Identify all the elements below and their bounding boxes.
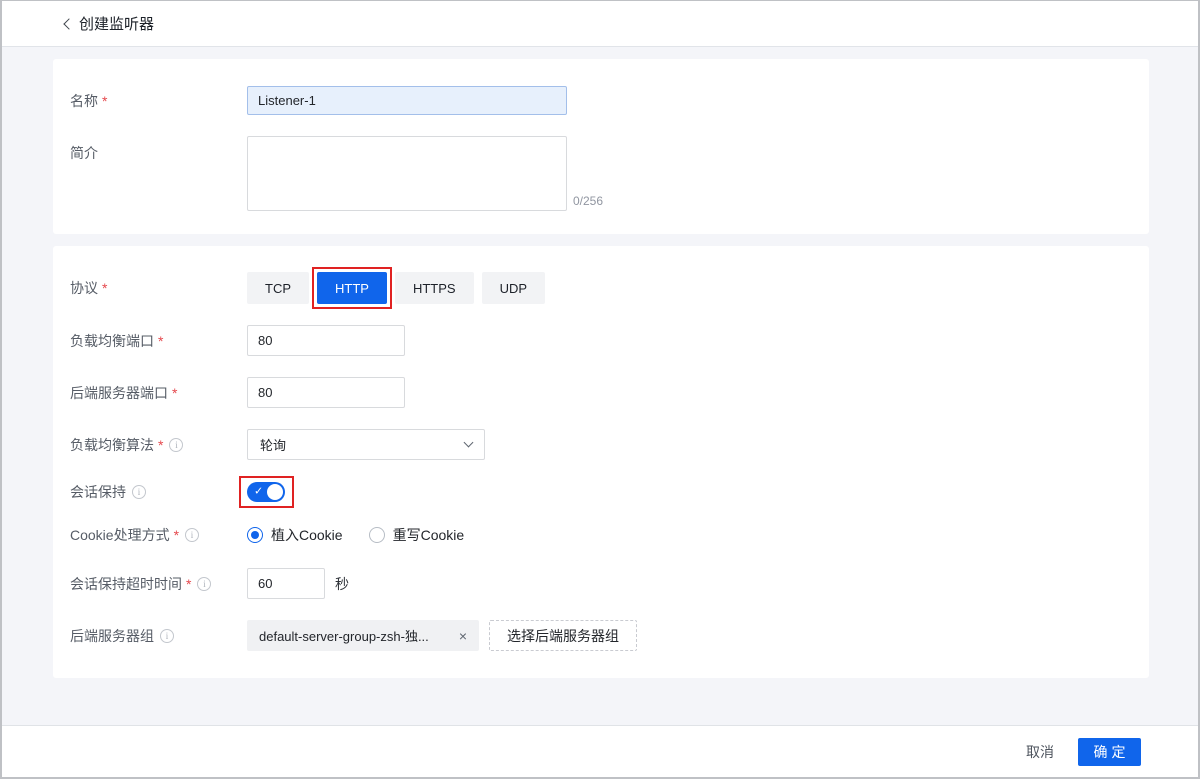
- required-mark: *: [158, 333, 163, 349]
- char-counter: 0/256: [573, 194, 603, 208]
- required-mark: *: [102, 280, 107, 296]
- radio-selected-icon: [247, 527, 263, 543]
- required-mark: *: [186, 576, 191, 592]
- description-label: 简介: [70, 136, 247, 163]
- required-mark: *: [172, 385, 177, 401]
- session-persistence-row: 会话保持 i ✓: [70, 481, 1129, 502]
- protocol-option-https[interactable]: HTTPS: [395, 272, 474, 304]
- session-timeout-label: 会话保持超时时间 * i: [70, 574, 247, 594]
- select-server-group-button[interactable]: 选择后端服务器组: [489, 620, 637, 651]
- required-mark: *: [174, 527, 179, 543]
- session-timeout-row: 会话保持超时时间 * i 秒: [70, 568, 1129, 599]
- footer-bar: 取消 确定: [2, 725, 1198, 777]
- confirm-button[interactable]: 确定: [1078, 738, 1141, 766]
- toggle-annotated: ✓: [247, 482, 285, 502]
- protocol-button-group: TCP HTTP HTTPS UDP: [247, 272, 553, 304]
- server-group-tag-text: default-server-group-zsh-独...: [259, 626, 429, 645]
- protocol-http-annotated: HTTP: [317, 272, 395, 304]
- name-input[interactable]: [247, 86, 567, 115]
- cookie-mode-row: Cookie处理方式 * i 植入Cookie 重写Cookie: [70, 524, 1129, 545]
- chevron-left-icon: [63, 18, 74, 29]
- basic-info-card: 名称 * 简介 0/256: [53, 59, 1149, 234]
- protocol-option-tcp[interactable]: TCP: [247, 272, 309, 304]
- session-persistence-toggle[interactable]: ✓: [247, 482, 285, 502]
- page-content: 名称 * 简介 0/256 协议 *: [2, 47, 1198, 725]
- radio-rewrite-cookie[interactable]: 重写Cookie: [369, 525, 465, 545]
- toggle-knob: [267, 484, 283, 500]
- info-icon[interactable]: i: [132, 485, 146, 499]
- info-icon[interactable]: i: [185, 528, 199, 542]
- required-mark: *: [158, 437, 163, 453]
- cookie-mode-radio-group: 植入Cookie 重写Cookie: [247, 525, 464, 545]
- session-timeout-input[interactable]: [247, 568, 325, 599]
- radio-unselected-icon: [369, 527, 385, 543]
- info-icon[interactable]: i: [197, 577, 211, 591]
- description-textarea[interactable]: [247, 136, 567, 211]
- timeout-unit-label: 秒: [335, 574, 349, 594]
- protocol-row: 协议 * TCP HTTP HTTPS UDP: [70, 272, 1129, 304]
- protocol-option-udp[interactable]: UDP: [482, 272, 545, 304]
- name-row: 名称 *: [70, 86, 1129, 115]
- algorithm-row: 负载均衡算法 * i 轮询: [70, 429, 1129, 460]
- backend-port-row: 后端服务器端口 *: [70, 377, 1129, 408]
- session-persistence-label: 会话保持 i: [70, 482, 247, 502]
- lb-port-input[interactable]: [247, 325, 405, 356]
- description-wrap: 0/256: [247, 136, 603, 211]
- algorithm-label: 负载均衡算法 * i: [70, 435, 247, 455]
- name-label: 名称 *: [70, 91, 247, 111]
- close-icon[interactable]: ×: [459, 628, 467, 644]
- backend-port-label: 后端服务器端口 *: [70, 383, 247, 403]
- app-window: 创建监听器 名称 * 简介 0/256: [0, 0, 1200, 779]
- algorithm-selected-value: 轮询: [260, 435, 286, 454]
- cancel-button[interactable]: 取消: [1026, 742, 1054, 762]
- description-row: 简介 0/256: [70, 136, 1129, 211]
- page-header: 创建监听器: [2, 1, 1198, 47]
- check-icon: ✓: [254, 486, 263, 497]
- server-group-controls: default-server-group-zsh-独... × 选择后端服务器组: [247, 620, 637, 651]
- algorithm-select[interactable]: 轮询: [247, 429, 485, 460]
- required-mark: *: [102, 93, 107, 109]
- listener-settings-card: 协议 * TCP HTTP HTTPS UDP 负载均衡端口 *: [53, 246, 1149, 678]
- cookie-mode-label: Cookie处理方式 * i: [70, 525, 247, 545]
- server-group-row: 后端服务器组 i default-server-group-zsh-独... ×…: [70, 620, 1129, 651]
- protocol-option-http[interactable]: HTTP: [317, 272, 387, 304]
- chevron-down-icon: [464, 438, 474, 448]
- protocol-label: 协议 *: [70, 278, 247, 298]
- radio-insert-cookie[interactable]: 植入Cookie: [247, 525, 343, 545]
- lb-port-row: 负载均衡端口 *: [70, 325, 1129, 356]
- lb-port-label: 负载均衡端口 *: [70, 331, 247, 351]
- info-icon[interactable]: i: [160, 629, 174, 643]
- server-group-label: 后端服务器组 i: [70, 626, 247, 646]
- backend-port-input[interactable]: [247, 377, 405, 408]
- info-icon[interactable]: i: [169, 438, 183, 452]
- back-button[interactable]: [59, 16, 75, 32]
- page-title: 创建监听器: [79, 13, 154, 34]
- server-group-tag: default-server-group-zsh-独... ×: [247, 620, 479, 651]
